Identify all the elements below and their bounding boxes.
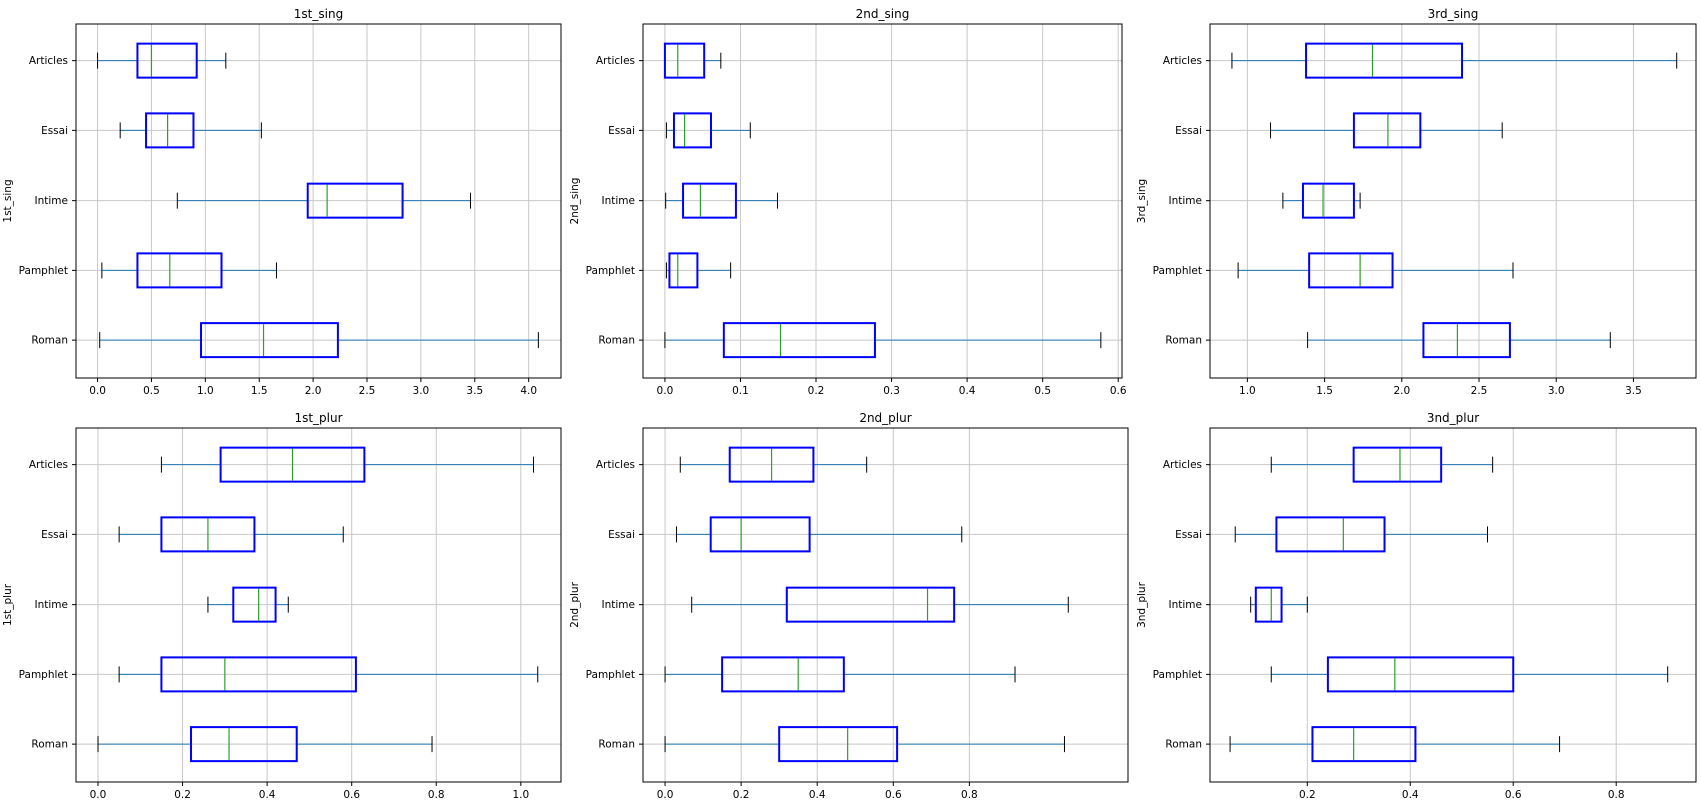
x-tick-label: 0.4 xyxy=(809,789,826,801)
x-tick-label: 0.2 xyxy=(1299,789,1316,801)
x-tick-label: 0.0 xyxy=(90,789,107,801)
y-axis-label: 3rd_sing xyxy=(1136,179,1148,223)
y-tick-label: Intime xyxy=(35,599,68,611)
y-tick-label: Intime xyxy=(602,599,635,611)
x-tick-label: 0.1 xyxy=(732,385,749,397)
y-tick-label: Essai xyxy=(608,125,635,137)
y-tick-label: Roman xyxy=(598,739,635,751)
x-tick-label: 3.0 xyxy=(1548,385,1565,397)
y-tick-label: Roman xyxy=(598,335,635,347)
x-tick-label: 0.4 xyxy=(1402,789,1419,801)
x-tick-label: 0.0 xyxy=(657,385,674,397)
chart-panel-2nd_sing: 0.0 0.1 0.2 0.3 0.4 0.5 0.6 Articles Essai Intime… xyxy=(569,7,1127,397)
x-tick-label: 3.0 xyxy=(413,385,430,397)
y-tick-label: Articles xyxy=(596,459,635,471)
y-tick-label: Articles xyxy=(29,459,68,471)
x-tick-label: 0.6 xyxy=(1505,789,1522,801)
x-tick-label: 2.0 xyxy=(305,385,322,397)
boxplot-grid-svg: 0.0 0.5 1.0 1.5 2.0 2.5 3.0 3.5 4.0 Articles Essai… xyxy=(2,7,1697,801)
chart-title: 1st_plur xyxy=(294,411,342,425)
y-tick-label: Pamphlet xyxy=(586,669,635,681)
y-axis-label: 1st_sing xyxy=(2,179,14,222)
x-tick-label: 1.5 xyxy=(251,385,268,397)
x-tick-label: 3.5 xyxy=(466,385,483,397)
chart-panel-1st_plur: 0.0 0.2 0.4 0.6 0.8 1.0 Articles Essai Intime Pam… xyxy=(2,411,562,801)
x-tick-label: 4.0 xyxy=(520,385,537,397)
chart-title: 3rd_sing xyxy=(1428,7,1479,21)
y-tick-label: Essai xyxy=(1175,529,1202,541)
x-tick-label: 0.0 xyxy=(89,385,106,397)
y-tick-label: Essai xyxy=(608,529,635,541)
y-axis-label: 3nd_plur xyxy=(1136,581,1148,627)
x-tick-label: 2.5 xyxy=(1471,385,1488,397)
x-tick-label: 0.0 xyxy=(657,789,674,801)
y-tick-label: Pamphlet xyxy=(19,265,68,277)
y-tick-label: Essai xyxy=(41,529,68,541)
x-tick-label: 0.6 xyxy=(1110,385,1127,397)
y-tick-label: Pamphlet xyxy=(19,669,68,681)
y-tick-label: Articles xyxy=(596,55,635,67)
x-tick-label: 1.5 xyxy=(1316,385,1333,397)
chart-title: 2nd_sing xyxy=(856,7,910,21)
x-tick-label: 0.6 xyxy=(343,789,360,801)
x-tick-label: 0.2 xyxy=(174,789,191,801)
y-tick-label: Pamphlet xyxy=(1153,265,1202,277)
y-tick-label: Pamphlet xyxy=(1153,669,1202,681)
x-tick-label: 0.2 xyxy=(733,789,750,801)
chart-panel-2nd_plur: 0.0 0.2 0.4 0.6 0.8 Articles Essai Intime Pamphl… xyxy=(569,411,1129,801)
chart-title: 3nd_plur xyxy=(1427,411,1479,425)
x-tick-label: 0.4 xyxy=(259,789,276,801)
x-tick-label: 0.8 xyxy=(1608,789,1625,801)
x-tick-label: 2.0 xyxy=(1393,385,1410,397)
x-tick-label: 0.8 xyxy=(428,789,445,801)
x-tick-label: 1.0 xyxy=(512,789,529,801)
y-tick-label: Pamphlet xyxy=(586,265,635,277)
y-tick-label: Articles xyxy=(29,55,68,67)
y-tick-label: Articles xyxy=(1163,459,1202,471)
y-tick-label: Roman xyxy=(1165,335,1202,347)
y-tick-label: Roman xyxy=(1165,739,1202,751)
chart-panel-1st_sing: 0.0 0.5 1.0 1.5 2.0 2.5 3.0 3.5 4.0 Articles Essai… xyxy=(2,7,562,397)
y-tick-label: Articles xyxy=(1163,55,1202,67)
chart-panel-3rd_sing: 1.0 1.5 2.0 2.5 3.0 3.5 Articles Essai Intime Pam… xyxy=(1136,7,1697,397)
chart-panel-3nd_plur: 0.2 0.4 0.6 0.8 Articles Essai Intime Pamphlet R… xyxy=(1136,411,1697,801)
y-tick-label: Roman xyxy=(31,335,68,347)
y-tick-label: Essai xyxy=(41,125,68,137)
boxplot-figure: 0.0 0.5 1.0 1.5 2.0 2.5 3.0 3.5 4.0 Articles Essai… xyxy=(0,0,1701,805)
x-tick-label: 0.8 xyxy=(961,789,978,801)
chart-title: 2nd_plur xyxy=(859,411,911,425)
y-tick-label: Intime xyxy=(1169,599,1202,611)
x-tick-label: 0.4 xyxy=(959,385,976,397)
chart-title: 1st_sing xyxy=(294,7,343,21)
y-tick-label: Roman xyxy=(31,739,68,751)
x-tick-label: 0.5 xyxy=(143,385,160,397)
y-tick-label: Intime xyxy=(35,195,68,207)
x-tick-label: 3.5 xyxy=(1625,385,1642,397)
y-axis-label: 2nd_sing xyxy=(569,178,581,225)
x-tick-label: 2.5 xyxy=(359,385,376,397)
x-tick-label: 0.3 xyxy=(883,385,900,397)
y-axis-label: 2nd_plur xyxy=(569,581,581,627)
y-tick-label: Essai xyxy=(1175,125,1202,137)
y-tick-label: Intime xyxy=(602,195,635,207)
x-tick-label: 1.0 xyxy=(1239,385,1256,397)
x-tick-label: 0.5 xyxy=(1034,385,1051,397)
x-tick-label: 1.0 xyxy=(197,385,214,397)
x-tick-label: 0.2 xyxy=(808,385,825,397)
y-tick-label: Intime xyxy=(1169,195,1202,207)
y-axis-label: 1st_plur xyxy=(2,583,14,626)
x-tick-label: 0.6 xyxy=(885,789,902,801)
